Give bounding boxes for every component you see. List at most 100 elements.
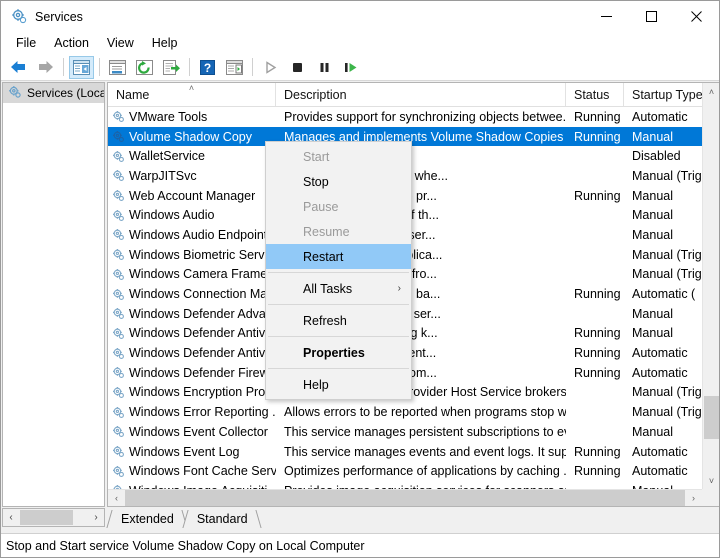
export-list-icon[interactable] (159, 56, 184, 79)
column-header-startup-type[interactable]: Startup Type (624, 83, 704, 106)
column-header-status[interactable]: Status (566, 83, 624, 106)
table-row[interactable]: Volume Shadow CopyManages and implements… (108, 127, 719, 147)
service-gear-icon (112, 406, 125, 419)
restart-service-icon[interactable] (339, 56, 364, 79)
menu-help[interactable]: Help (143, 33, 187, 53)
service-startup-type: Manual (Trig (632, 267, 702, 281)
service-status: Running (574, 346, 621, 360)
scroll-thumb[interactable] (20, 510, 73, 525)
cell-name: WarpJITSvc (108, 166, 276, 186)
table-row[interactable]: WarpJITSvccess service for WARP whe...Ma… (108, 166, 719, 186)
table-row[interactable]: Windows Camera Frame So access video fra… (108, 265, 719, 285)
service-startup-type: Manual (Trig (632, 385, 702, 399)
tab-extended[interactable]: Extended (109, 510, 185, 528)
cell-status (566, 422, 624, 442)
hscroll-left-arrow-icon[interactable]: ‹ (108, 490, 125, 506)
column-header-label: Description (284, 88, 347, 102)
context-menu: StartStopPauseResumeRestartAll Tasks›Ref… (265, 141, 412, 400)
scroll-left-arrow-icon[interactable]: ‹ (3, 509, 19, 526)
table-row[interactable]: Windows Event CollectorThis service mana… (108, 422, 719, 442)
pause-service-icon[interactable] (312, 56, 337, 79)
console-tree-horizontal-scrollbar[interactable]: ‹ › (2, 508, 105, 527)
table-row[interactable]: Windows Defender Advannced Threat Protec… (108, 304, 719, 324)
context-menu-item-label: Restart (303, 250, 343, 264)
table-row[interactable]: Windows Audio Endpointor the Windows Aud… (108, 225, 719, 245)
list-horizontal-scrollbar[interactable]: ‹ › (108, 489, 719, 506)
cell-status (566, 146, 624, 166)
table-row[interactable]: Windows Defender Antivir malware and oth… (108, 343, 719, 363)
service-status: Running (574, 130, 621, 144)
service-name: Windows Event Collector (129, 425, 268, 439)
vertical-scroll-thumb[interactable] (704, 396, 719, 439)
menu-action[interactable]: Action (45, 33, 98, 53)
table-row[interactable]: WalletServiceents of the walletDisabled (108, 146, 719, 166)
table-row[interactable]: Windows Error Reporting ...Allows errors… (108, 402, 719, 422)
context-menu-item-label: Start (303, 150, 329, 164)
service-name: Windows Font Cache Serv... (129, 464, 276, 478)
toolbar: ? (1, 54, 719, 81)
service-startup-type: Manual (Trig (632, 405, 702, 419)
service-startup-type: Manual (Trig (632, 248, 702, 262)
cell-startup-type: Manual (Trig (624, 383, 704, 403)
forward-arrow-icon[interactable] (33, 56, 58, 79)
context-menu-properties[interactable]: Properties (266, 340, 411, 365)
table-row[interactable]: Windows Encryption Prov...Windows Encryp… (108, 383, 719, 403)
cell-name: Windows Defender Firewa (108, 363, 276, 383)
back-arrow-icon[interactable] (6, 56, 31, 79)
menu-view[interactable]: View (98, 33, 143, 53)
tree-node-services-local[interactable]: Services (Loca (3, 83, 104, 103)
table-row[interactable]: Windows Event LogThis service manages ev… (108, 442, 719, 462)
table-row[interactable]: Windows Connection Ma.ct/disconnect deci… (108, 284, 719, 304)
service-startup-type: Disabled (632, 149, 681, 163)
context-menu-all-tasks[interactable]: All Tasks› (266, 276, 411, 301)
table-row[interactable]: Windows Image Acquisiti...Provides image… (108, 481, 719, 489)
maximize-button[interactable] (629, 1, 674, 32)
show-hide-console-tree-icon[interactable] (69, 56, 94, 79)
service-gear-icon (112, 307, 125, 320)
context-menu-help[interactable]: Help (266, 372, 411, 397)
list-vertical-scrollbar[interactable]: ˄ ˅ (702, 83, 719, 489)
service-description: Allows errors to be reported when progra… (284, 405, 566, 419)
start-service-icon[interactable] (258, 56, 283, 79)
hscroll-right-arrow-icon[interactable]: › (685, 490, 702, 506)
table-row[interactable]: Windows Audioows-based programs. If th..… (108, 205, 719, 225)
context-menu-stop[interactable]: Stop (266, 169, 411, 194)
cell-startup-type: Manual (624, 304, 704, 324)
minimize-button[interactable] (584, 1, 629, 32)
help-icon[interactable]: ? (195, 56, 220, 79)
sort-ascending-icon: ˄ (189, 84, 194, 93)
scroll-down-arrow-icon[interactable]: ˅ (703, 472, 720, 489)
service-name: Windows Biometric Servic (129, 248, 273, 262)
service-description: Optimizes performance of applications by… (284, 464, 566, 478)
cell-status: Running (566, 461, 624, 481)
tab-standard[interactable]: Standard (185, 510, 259, 528)
service-startup-type: Manual (632, 208, 673, 222)
close-button[interactable] (674, 1, 719, 32)
cell-startup-type: Disabled (624, 146, 704, 166)
table-row[interactable]: VMware ToolsProvides support for synchro… (108, 107, 719, 127)
cell-startup-type: Manual (624, 186, 704, 206)
menu-file[interactable]: File (7, 33, 45, 53)
horizontal-scroll-thumb[interactable] (125, 490, 685, 506)
table-row[interactable]: Windows Defender Firewaall helps protect… (108, 363, 719, 383)
table-row[interactable]: Web Account Managereb Account Manager to… (108, 186, 719, 206)
tree-node-label: Services (Loca (27, 86, 104, 100)
table-row[interactable]: Windows Biometric Servicservice gives cl… (108, 245, 719, 265)
scroll-up-arrow-icon[interactable]: ˄ (703, 83, 720, 100)
column-header-description[interactable]: Description (276, 83, 566, 106)
properties-icon[interactable] (105, 56, 130, 79)
service-gear-icon (112, 465, 125, 478)
refresh-icon[interactable] (132, 56, 157, 79)
table-row[interactable]: Windows Defender Antivirusion attempts t… (108, 324, 719, 344)
context-menu-refresh[interactable]: Refresh (266, 308, 411, 333)
context-menu-restart[interactable]: Restart (266, 244, 411, 269)
column-header-name[interactable]: Name˄ (108, 83, 276, 106)
cell-status: Running (566, 186, 624, 206)
service-name: Web Account Manager (129, 189, 255, 203)
show-action-pane-icon[interactable] (222, 56, 247, 79)
stop-service-icon[interactable] (285, 56, 310, 79)
service-name: Windows Audio (129, 208, 214, 222)
table-row[interactable]: Windows Font Cache Serv... Optimizes perf… (108, 461, 719, 481)
cell-name: Windows Event Log (108, 442, 276, 462)
scroll-right-arrow-icon[interactable]: › (88, 509, 104, 526)
